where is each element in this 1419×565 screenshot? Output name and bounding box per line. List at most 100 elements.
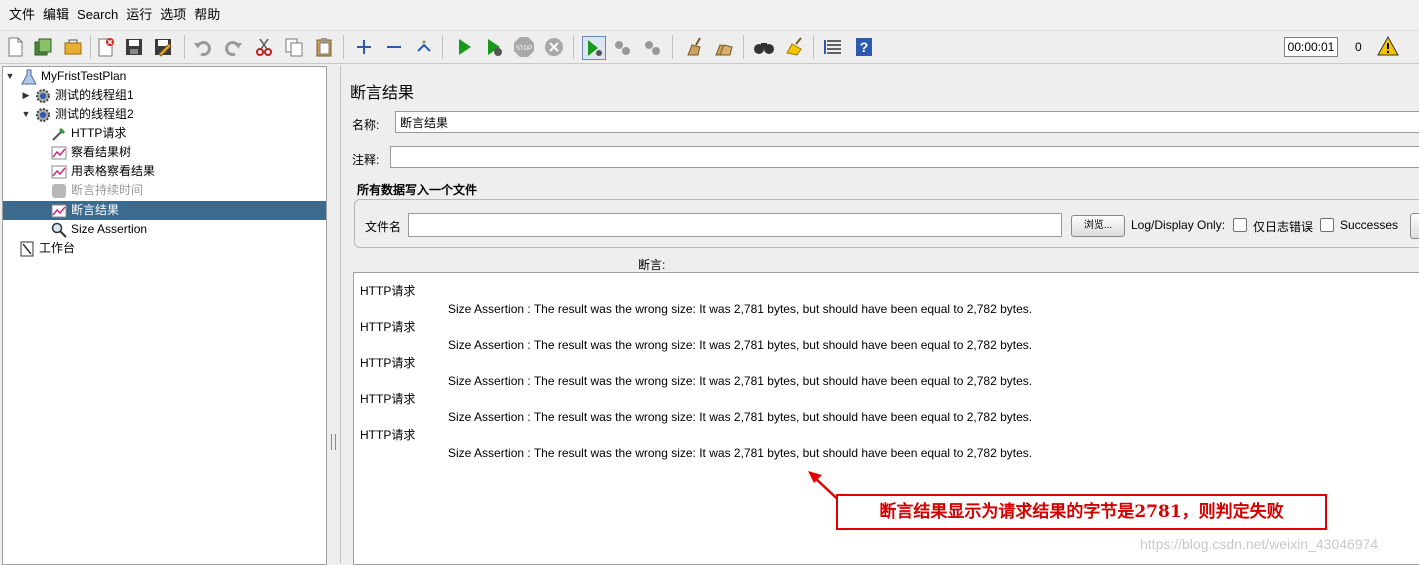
- tree-item-label: Size Assertion: [71, 222, 148, 236]
- result-sampler: HTTP请求: [360, 356, 416, 370]
- result-sampler: HTTP请求: [360, 320, 416, 334]
- collapse-icon[interactable]: [383, 36, 405, 58]
- assertions-header: 断言:: [638, 258, 666, 272]
- successes-label: Successes: [1340, 218, 1399, 232]
- svg-text:?: ?: [860, 39, 869, 55]
- assertion-icon: [51, 222, 67, 238]
- start-no-pause-icon[interactable]: [483, 36, 505, 58]
- menu-file[interactable]: 文件: [0, 0, 39, 30]
- save-icon[interactable]: [123, 36, 145, 58]
- file-section-title: 所有数据写入一个文件: [357, 183, 478, 197]
- expand-icon[interactable]: [353, 36, 375, 58]
- tree-item-http-request[interactable]: HTTP请求: [51, 124, 126, 143]
- tree-item-size-assertion[interactable]: Size Assertion: [51, 220, 147, 239]
- clear-all-icon[interactable]: [713, 36, 735, 58]
- remote-shutdown-icon[interactable]: [642, 36, 664, 58]
- thread-group-icon: [35, 107, 51, 123]
- menu-run[interactable]: 运行: [122, 0, 156, 30]
- tree-item-workbench[interactable]: 工作台: [19, 239, 75, 258]
- tree-toggle[interactable]: ▶: [21, 90, 31, 101]
- tree-item-view-results-tree[interactable]: 察看结果树: [51, 143, 131, 162]
- tree-item-assertion-duration[interactable]: 断言持续时间: [51, 181, 143, 200]
- result-message: Size Assertion : The result was the wron…: [448, 410, 1033, 424]
- listener-icon: [51, 203, 67, 219]
- tree-item-label: 工作台: [39, 241, 76, 255]
- test-plan-tree: ▼ MyFristTestPlan ▶ 测试的线程组1 ▼ 测试的线程组2 HT…: [2, 66, 327, 565]
- shutdown-icon[interactable]: [543, 36, 565, 58]
- reset-search-icon[interactable]: [783, 36, 805, 58]
- panel-splitter[interactable]: [327, 66, 339, 563]
- copy-icon[interactable]: [283, 36, 305, 58]
- open-icon[interactable]: [62, 36, 84, 58]
- workbench-icon: [19, 241, 35, 257]
- tree-item-view-results-table[interactable]: 用表格察看结果: [51, 162, 155, 181]
- cut-icon[interactable]: [253, 36, 275, 58]
- tree-item-thread-group-1[interactable]: 测试的线程组1: [35, 86, 134, 105]
- result-message: Size Assertion : The result was the wron…: [448, 302, 1033, 316]
- errors-only-label: 仅日志错误: [1253, 220, 1314, 234]
- elapsed-timer: 00:00:01: [1284, 37, 1338, 57]
- tree-item-test-plan[interactable]: MyFristTestPlan: [21, 67, 126, 86]
- log-display-only-label: Log/Display Only:: [1131, 218, 1226, 232]
- tree-item-label: 测试的线程组1: [55, 88, 134, 102]
- toolbar: STOP ?: [0, 31, 1419, 64]
- panel-title: 断言结果: [350, 85, 415, 102]
- menu-search[interactable]: Search: [73, 0, 122, 30]
- close-icon[interactable]: [95, 36, 117, 58]
- tree-toggle[interactable]: ▼: [5, 71, 15, 81]
- name-field[interactable]: 断言结果: [395, 111, 1419, 133]
- result-message: Size Assertion : The result was the wron…: [448, 374, 1033, 388]
- paste-icon[interactable]: [313, 36, 335, 58]
- tree-toggle[interactable]: ▼: [21, 109, 31, 119]
- start-icon[interactable]: [453, 36, 475, 58]
- result-sampler: HTTP请求: [360, 392, 416, 406]
- result-message: Size Assertion : The result was the wron…: [448, 446, 1033, 460]
- watermark: https://blog.csdn.net/weixin_43046974: [1140, 536, 1379, 552]
- browse-button[interactable]: 浏览...: [1071, 215, 1125, 237]
- redo-icon[interactable]: [222, 36, 244, 58]
- tree-item-label: 用表格察看结果: [71, 164, 156, 178]
- tree-item-assertion-results[interactable]: 断言结果: [3, 201, 326, 220]
- templates-icon[interactable]: [32, 36, 54, 58]
- tree-item-label: MyFristTestPlan: [41, 69, 127, 83]
- remote-start-icon[interactable]: [582, 36, 606, 60]
- listener-icon: [51, 145, 67, 161]
- stop-icon[interactable]: STOP: [513, 36, 535, 58]
- menu-bar: 文件 编辑 Search 运行 选项 帮助: [0, 0, 1419, 31]
- help-icon[interactable]: ?: [853, 36, 875, 58]
- result-entry: HTTP请求 Size Assertion : The result was t…: [360, 318, 1032, 354]
- comment-field[interactable]: [390, 146, 1419, 168]
- tree-item-label: 测试的线程组2: [55, 107, 134, 121]
- successes-checkbox[interactable]: [1320, 218, 1334, 232]
- result-entry: HTTP请求 Size Assertion : The result was t…: [360, 426, 1032, 462]
- annotation-callout: 断言结果显示为请求结果的字节是2781，则判定失败: [836, 494, 1327, 530]
- warning-icon[interactable]: [1377, 35, 1399, 59]
- configure-button[interactable]: [1410, 213, 1419, 239]
- result-message: Size Assertion : The result was the wron…: [448, 338, 1033, 352]
- test-plan-icon: [21, 69, 37, 85]
- clear-icon[interactable]: [683, 36, 705, 58]
- tree-item-label: 察看结果树: [71, 145, 132, 159]
- menu-options[interactable]: 选项: [156, 0, 190, 30]
- new-icon[interactable]: [4, 36, 26, 58]
- result-sampler: HTTP请求: [360, 284, 416, 298]
- error-count: 0: [1355, 40, 1362, 54]
- function-helper-icon[interactable]: [823, 36, 845, 58]
- svg-text:STOP: STOP: [516, 46, 532, 52]
- filename-label: 文件名: [365, 220, 402, 234]
- toggle-icon[interactable]: [413, 36, 435, 58]
- comment-label: 注释:: [352, 153, 380, 167]
- errors-only-checkbox[interactable]: [1233, 218, 1247, 232]
- disabled-listener-icon: [51, 183, 67, 199]
- save-as-icon[interactable]: [152, 36, 174, 58]
- thread-group-icon: [35, 88, 51, 104]
- tree-item-thread-group-2[interactable]: 测试的线程组2: [35, 105, 134, 124]
- remote-stop-icon[interactable]: [612, 36, 634, 58]
- result-entry: HTTP请求 Size Assertion : The result was t…: [360, 390, 1032, 426]
- filename-input[interactable]: [408, 213, 1062, 237]
- menu-edit[interactable]: 编辑: [39, 0, 73, 30]
- name-label: 名称:: [352, 118, 380, 132]
- undo-icon[interactable]: [192, 36, 214, 58]
- menu-help[interactable]: 帮助: [190, 0, 224, 30]
- search-icon[interactable]: [753, 36, 775, 58]
